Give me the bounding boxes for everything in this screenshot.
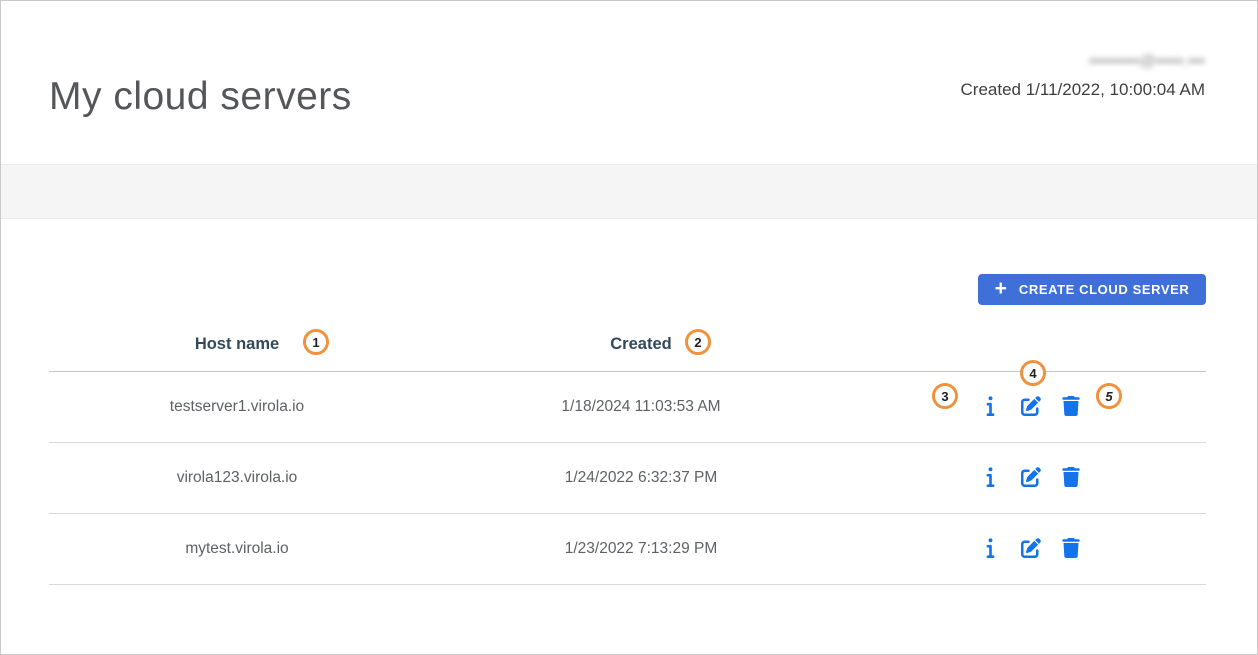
- account-info: •••••••••@•••••.••• Created 1/11/2022, 1…: [961, 53, 1205, 100]
- create-cloud-server-button[interactable]: + CREATE CLOUD SERVER: [978, 274, 1206, 305]
- created-cell: 1/18/2024 11:03:53 AM: [425, 398, 857, 416]
- info-icon: [986, 466, 995, 490]
- server-delete-button[interactable]: [1058, 394, 1084, 420]
- annotation-marker-3: 3: [932, 383, 958, 409]
- edit-icon: [1021, 467, 1041, 490]
- annotation-marker-5: 5: [1096, 383, 1122, 409]
- info-icon: [986, 395, 995, 419]
- account-created-date: Created 1/11/2022, 10:00:04 AM: [961, 80, 1205, 100]
- annotation-marker-2: 2: [685, 329, 711, 355]
- trash-icon: [1062, 396, 1080, 419]
- create-cloud-server-label: CREATE CLOUD SERVER: [1019, 282, 1190, 297]
- page-title: My cloud servers: [49, 75, 352, 119]
- annotation-marker-4: 4: [1020, 360, 1046, 386]
- created-cell: 1/23/2022 7:13:29 PM: [425, 540, 857, 558]
- host-name-cell: virola123.virola.io: [49, 469, 425, 487]
- table-row: virola123.virola.io 1/24/2022 6:32:37 PM: [49, 443, 1206, 514]
- server-edit-button[interactable]: [1018, 465, 1044, 491]
- plus-icon: +: [995, 278, 1007, 299]
- created-cell: 1/24/2022 6:32:37 PM: [425, 469, 857, 487]
- column-header-host-name: Host name: [49, 335, 425, 354]
- server-delete-button[interactable]: [1058, 465, 1084, 491]
- host-name-cell: mytest.virola.io: [49, 540, 425, 558]
- server-delete-button[interactable]: [1058, 536, 1084, 562]
- host-name-cell: testserver1.virola.io: [49, 398, 425, 416]
- server-info-button[interactable]: [977, 536, 1003, 562]
- server-edit-button[interactable]: [1018, 536, 1044, 562]
- server-info-button[interactable]: [977, 394, 1003, 420]
- account-email-redacted: •••••••••@•••••.•••: [961, 53, 1205, 71]
- trash-icon: [1062, 538, 1080, 561]
- table-row: mytest.virola.io 1/23/2022 7:13:29 PM: [49, 514, 1206, 585]
- edit-icon: [1021, 538, 1041, 561]
- toolbar-band: [1, 164, 1257, 219]
- trash-icon: [1062, 467, 1080, 490]
- edit-icon: [1021, 396, 1041, 419]
- server-edit-button[interactable]: [1018, 394, 1044, 420]
- info-icon: [986, 537, 995, 561]
- servers-table: Host name Created testserver1.virola.io …: [49, 318, 1206, 585]
- cloud-servers-page: My cloud servers •••••••••@•••••.••• Cre…: [0, 0, 1258, 655]
- column-header-created: Created: [425, 335, 857, 354]
- server-info-button[interactable]: [977, 465, 1003, 491]
- annotation-marker-1: 1: [303, 329, 329, 355]
